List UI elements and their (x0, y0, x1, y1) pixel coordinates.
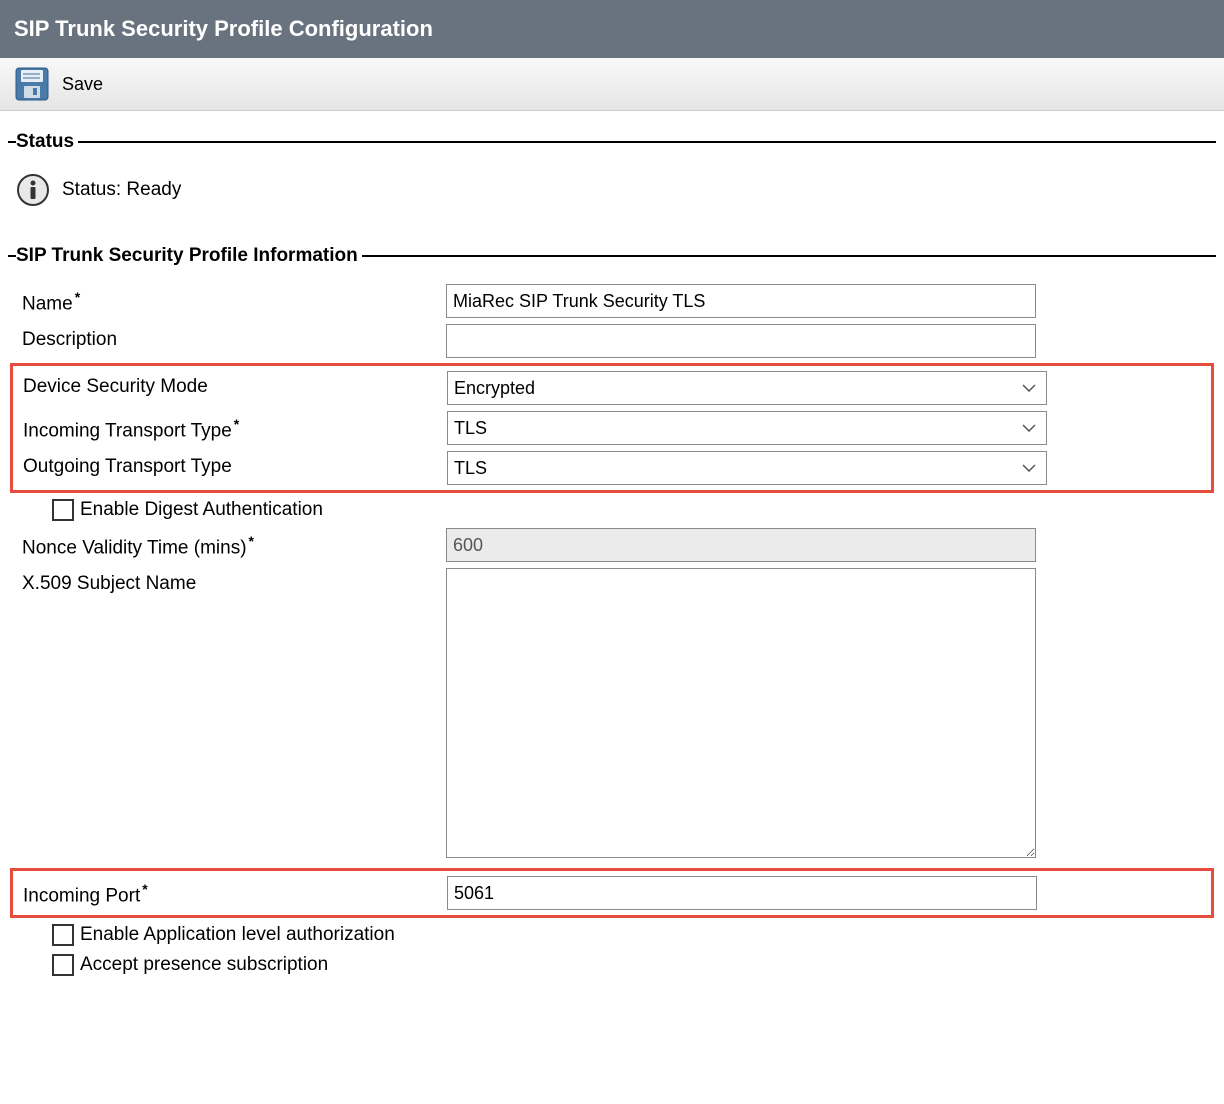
enable-digest-row: Enable Digest Authentication (16, 495, 1208, 525)
enable-digest-checkbox[interactable] (52, 499, 74, 521)
incoming-transport-select[interactable]: TLS (447, 411, 1047, 445)
name-row: Name (16, 281, 1208, 321)
incoming-transport-row: Incoming Transport Type TLS (17, 408, 1207, 448)
description-input[interactable] (446, 324, 1036, 358)
description-label: Description (16, 324, 446, 351)
page-header: SIP Trunk Security Profile Configuration (0, 0, 1224, 58)
status-text: Status: Ready (62, 179, 181, 201)
x509-label: X.509 Subject Name (16, 568, 446, 595)
incoming-transport-label: Incoming Transport Type (17, 411, 447, 442)
enable-app-auth-row: Enable Application level authorization (16, 920, 1208, 950)
page-title: SIP Trunk Security Profile Configuration (14, 16, 433, 41)
x509-row: X.509 Subject Name (16, 565, 1208, 866)
save-button-label[interactable]: Save (62, 74, 103, 95)
enable-digest-label: Enable Digest Authentication (80, 499, 323, 521)
incoming-port-input[interactable] (447, 876, 1037, 910)
highlight-box-transport: Device Security Mode Encrypted Incoming … (10, 363, 1214, 493)
accept-presence-checkbox[interactable] (52, 954, 74, 976)
device-security-mode-label: Device Security Mode (17, 371, 447, 398)
profile-fieldset: SIP Trunk Security Profile Information N… (8, 245, 1216, 980)
name-input[interactable] (446, 284, 1036, 318)
highlight-box-port: Incoming Port (10, 868, 1214, 918)
outgoing-transport-label: Outgoing Transport Type (17, 451, 447, 478)
status-fieldset: Status Status: Ready (8, 131, 1216, 221)
description-row: Description (16, 321, 1208, 361)
x509-textarea[interactable] (446, 568, 1036, 858)
name-label: Name (16, 284, 446, 315)
save-icon[interactable] (14, 66, 50, 102)
accept-presence-row: Accept presence subscription (16, 950, 1208, 980)
device-security-mode-select[interactable]: Encrypted (447, 371, 1047, 405)
incoming-port-label: Incoming Port (17, 876, 447, 907)
content-area: Status Status: Ready SIP Trunk Security … (0, 111, 1224, 980)
accept-presence-label: Accept presence subscription (80, 954, 328, 976)
status-row: Status: Ready (16, 167, 1208, 213)
enable-app-auth-label: Enable Application level authorization (80, 924, 395, 946)
info-icon (16, 173, 50, 207)
outgoing-transport-row: Outgoing Transport Type TLS (17, 448, 1207, 488)
status-legend: Status (16, 131, 78, 153)
nonce-validity-input[interactable] (446, 528, 1036, 562)
outgoing-transport-select[interactable]: TLS (447, 451, 1047, 485)
profile-legend: SIP Trunk Security Profile Information (16, 245, 362, 267)
enable-app-auth-checkbox[interactable] (52, 924, 74, 946)
incoming-port-row: Incoming Port (17, 873, 1207, 913)
nonce-validity-row: Nonce Validity Time (mins) (16, 525, 1208, 565)
toolbar: Save (0, 58, 1224, 111)
nonce-validity-label: Nonce Validity Time (mins) (16, 528, 446, 559)
device-security-mode-row: Device Security Mode Encrypted (17, 368, 1207, 408)
